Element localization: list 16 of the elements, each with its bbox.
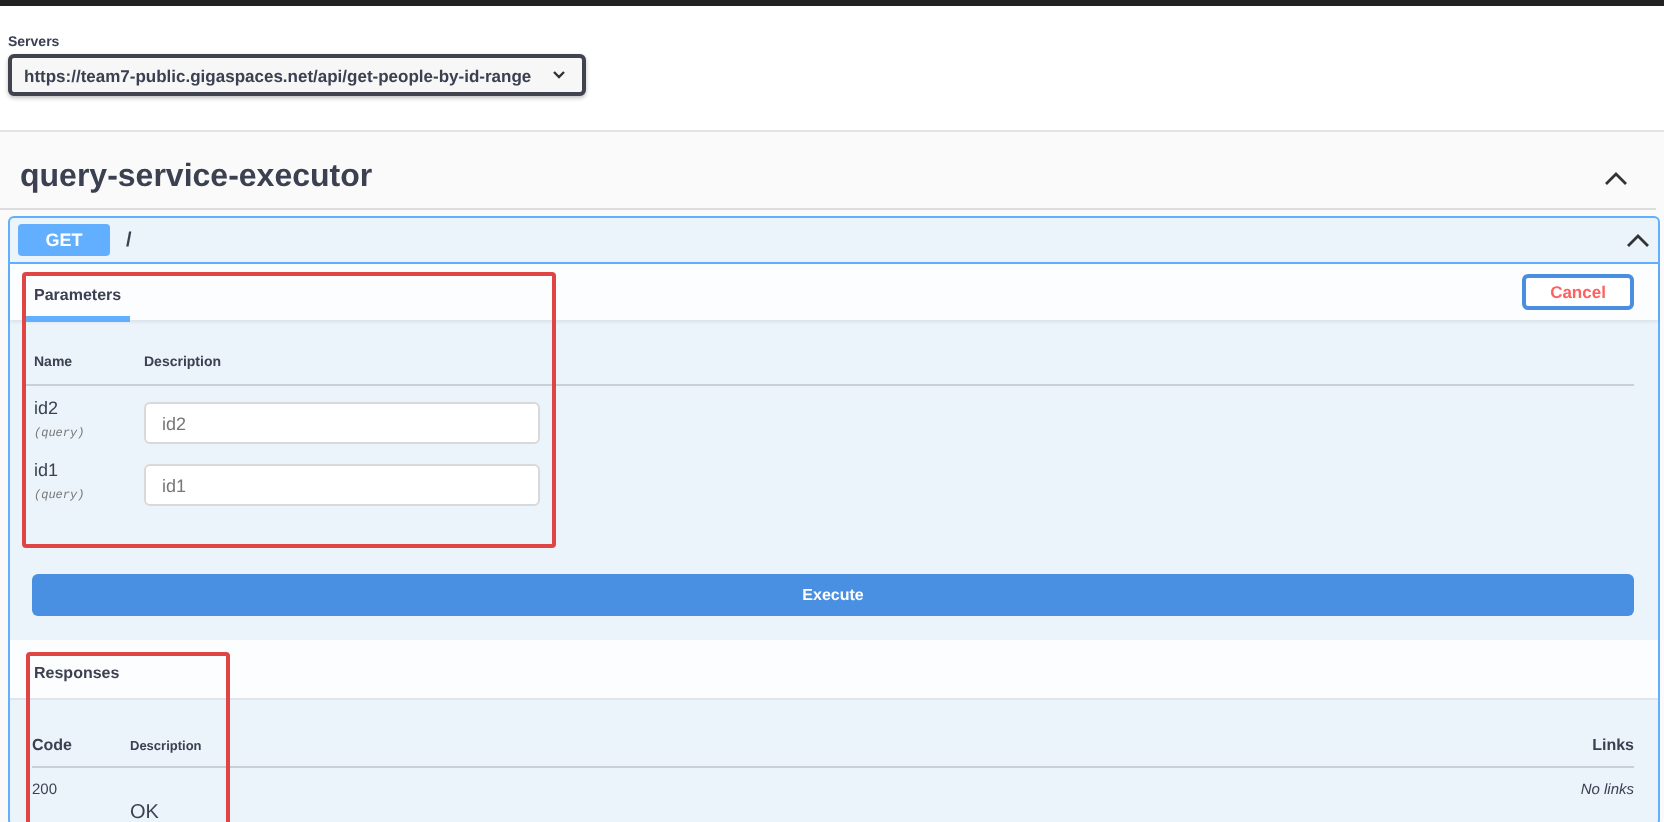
section-title[interactable]: query-service-executor xyxy=(20,160,373,196)
server-select[interactable]: https://team7-public.gigaspaces.net/api/get-people-by-id-range xyxy=(8,54,586,96)
parameters-tab[interactable]: Parameters xyxy=(26,269,130,321)
parameter-name: id1 xyxy=(34,460,61,480)
column-header: Code xyxy=(32,736,74,754)
column-header: Links xyxy=(1592,736,1634,754)
collapse-icon[interactable] xyxy=(1626,232,1650,248)
collapse-icon[interactable] xyxy=(1604,170,1628,186)
dropdown-icon xyxy=(551,70,566,80)
input-field[interactable]: id1 xyxy=(144,464,540,506)
responses-heading: Responses xyxy=(34,664,120,682)
response-description: OK xyxy=(130,800,161,822)
input-field[interactable]: id2 xyxy=(144,402,540,444)
endpoint-path[interactable]: / xyxy=(126,229,1626,251)
method-badge: GET xyxy=(18,224,110,256)
parameter-name: id2 xyxy=(34,398,61,418)
